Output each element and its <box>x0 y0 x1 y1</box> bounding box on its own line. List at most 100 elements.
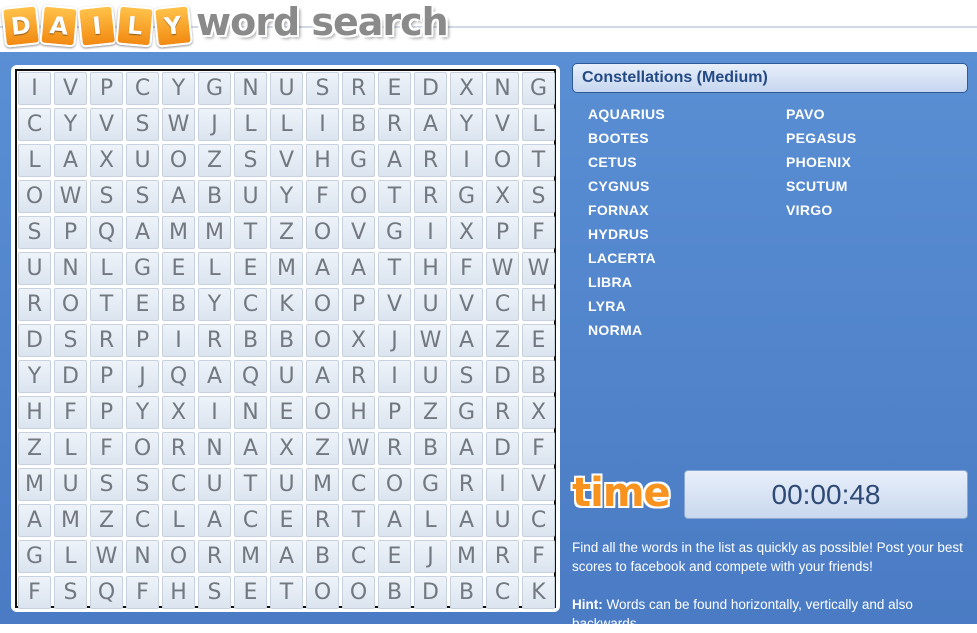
grid-cell[interactable]: V <box>270 144 303 177</box>
grid-cell[interactable]: U <box>414 360 447 393</box>
grid-cell[interactable]: C <box>126 504 159 537</box>
grid-cell[interactable]: N <box>234 72 267 105</box>
grid-cell[interactable]: C <box>234 504 267 537</box>
grid-cell[interactable]: A <box>234 432 267 465</box>
grid-cell[interactable]: O <box>306 396 339 429</box>
grid-cell[interactable]: B <box>198 180 231 213</box>
grid-cell[interactable]: S <box>126 180 159 213</box>
grid-cell[interactable]: M <box>450 540 483 573</box>
grid-cell[interactable]: H <box>342 396 375 429</box>
grid-cell[interactable]: Z <box>18 432 51 465</box>
grid-cell[interactable]: M <box>306 468 339 501</box>
grid-cell[interactable]: R <box>378 432 411 465</box>
grid-cell[interactable]: C <box>522 504 555 537</box>
grid-cell[interactable]: L <box>54 432 87 465</box>
grid-cell[interactable]: X <box>486 180 519 213</box>
grid-cell[interactable]: Q <box>90 216 123 249</box>
grid-cell[interactable]: I <box>450 144 483 177</box>
grid-cell[interactable]: T <box>90 288 123 321</box>
grid-cell[interactable]: B <box>414 432 447 465</box>
grid-cell[interactable]: A <box>342 252 375 285</box>
grid-cell[interactable]: U <box>270 360 303 393</box>
grid-cell[interactable]: Q <box>234 360 267 393</box>
grid-cell[interactable]: C <box>126 72 159 105</box>
grid-cell[interactable]: O <box>306 216 339 249</box>
grid-cell[interactable]: A <box>378 144 411 177</box>
grid-cell[interactable]: F <box>306 180 339 213</box>
grid-cell[interactable]: U <box>18 252 51 285</box>
grid-cell[interactable]: I <box>378 360 411 393</box>
grid-cell[interactable]: Y <box>450 108 483 141</box>
grid-cell[interactable]: Y <box>270 180 303 213</box>
grid-cell[interactable]: G <box>18 540 51 573</box>
grid-cell[interactable]: B <box>234 324 267 357</box>
grid-cell[interactable]: X <box>90 144 123 177</box>
grid-cell[interactable]: W <box>90 540 123 573</box>
grid-cell[interactable]: F <box>522 432 555 465</box>
grid-cell[interactable]: H <box>306 144 339 177</box>
grid-cell[interactable]: S <box>306 72 339 105</box>
grid-cell[interactable]: E <box>126 288 159 321</box>
grid-cell[interactable]: V <box>90 108 123 141</box>
grid-cell[interactable]: S <box>522 180 555 213</box>
grid-cell[interactable]: A <box>126 216 159 249</box>
grid-cell[interactable]: D <box>18 324 51 357</box>
grid-cell[interactable]: A <box>18 504 51 537</box>
grid-cell[interactable]: L <box>162 504 195 537</box>
grid-cell[interactable]: E <box>270 504 303 537</box>
grid-cell[interactable]: A <box>306 252 339 285</box>
grid-cell[interactable]: B <box>270 324 303 357</box>
grid-cell[interactable]: I <box>306 108 339 141</box>
grid-cell[interactable]: A <box>270 540 303 573</box>
grid-cell[interactable]: J <box>414 540 447 573</box>
grid-cell[interactable]: Z <box>198 144 231 177</box>
grid-cell[interactable]: P <box>90 360 123 393</box>
grid-cell[interactable]: H <box>18 396 51 429</box>
grid-cell[interactable]: H <box>414 252 447 285</box>
grid-cell[interactable]: U <box>486 504 519 537</box>
grid-cell[interactable]: R <box>486 396 519 429</box>
grid-cell[interactable]: R <box>306 504 339 537</box>
grid-cell[interactable]: X <box>522 396 555 429</box>
grid-cell[interactable]: J <box>126 360 159 393</box>
grid-cell[interactable]: F <box>54 396 87 429</box>
grid-cell[interactable]: O <box>378 468 411 501</box>
grid-cell[interactable]: E <box>378 540 411 573</box>
grid-cell[interactable]: U <box>198 468 231 501</box>
grid-cell[interactable]: G <box>342 144 375 177</box>
grid-cell[interactable]: K <box>522 576 555 609</box>
grid-cell[interactable]: W <box>342 432 375 465</box>
grid-cell[interactable]: S <box>90 180 123 213</box>
grid-cell[interactable]: S <box>198 576 231 609</box>
grid-cell[interactable]: X <box>162 396 195 429</box>
grid-cell[interactable]: C <box>162 468 195 501</box>
grid-cell[interactable]: G <box>450 180 483 213</box>
grid-cell[interactable]: A <box>450 324 483 357</box>
grid-cell[interactable]: P <box>90 396 123 429</box>
grid-cell[interactable]: F <box>90 432 123 465</box>
grid-cell[interactable]: Q <box>90 576 123 609</box>
grid-cell[interactable]: T <box>342 504 375 537</box>
grid-cell[interactable]: C <box>486 576 519 609</box>
grid-cell[interactable]: N <box>198 432 231 465</box>
grid-cell[interactable]: X <box>450 72 483 105</box>
grid-cell[interactable]: I <box>162 324 195 357</box>
grid-cell[interactable]: S <box>54 576 87 609</box>
grid-cell[interactable]: L <box>54 540 87 573</box>
grid-cell[interactable]: M <box>234 540 267 573</box>
grid-cell[interactable]: B <box>162 288 195 321</box>
grid-cell[interactable]: P <box>126 324 159 357</box>
grid-cell[interactable]: Y <box>126 396 159 429</box>
grid-cell[interactable]: I <box>18 72 51 105</box>
grid-cell[interactable]: P <box>342 288 375 321</box>
grid-cell[interactable]: X <box>270 432 303 465</box>
grid-cell[interactable]: O <box>162 144 195 177</box>
grid-cell[interactable]: A <box>378 504 411 537</box>
grid-cell[interactable]: O <box>306 576 339 609</box>
grid-cell[interactable]: Z <box>270 216 303 249</box>
grid-cell[interactable]: F <box>450 252 483 285</box>
grid-cell[interactable]: A <box>162 180 195 213</box>
grid-cell[interactable]: U <box>270 468 303 501</box>
grid-cell[interactable]: D <box>414 576 447 609</box>
grid-cell[interactable]: A <box>450 432 483 465</box>
